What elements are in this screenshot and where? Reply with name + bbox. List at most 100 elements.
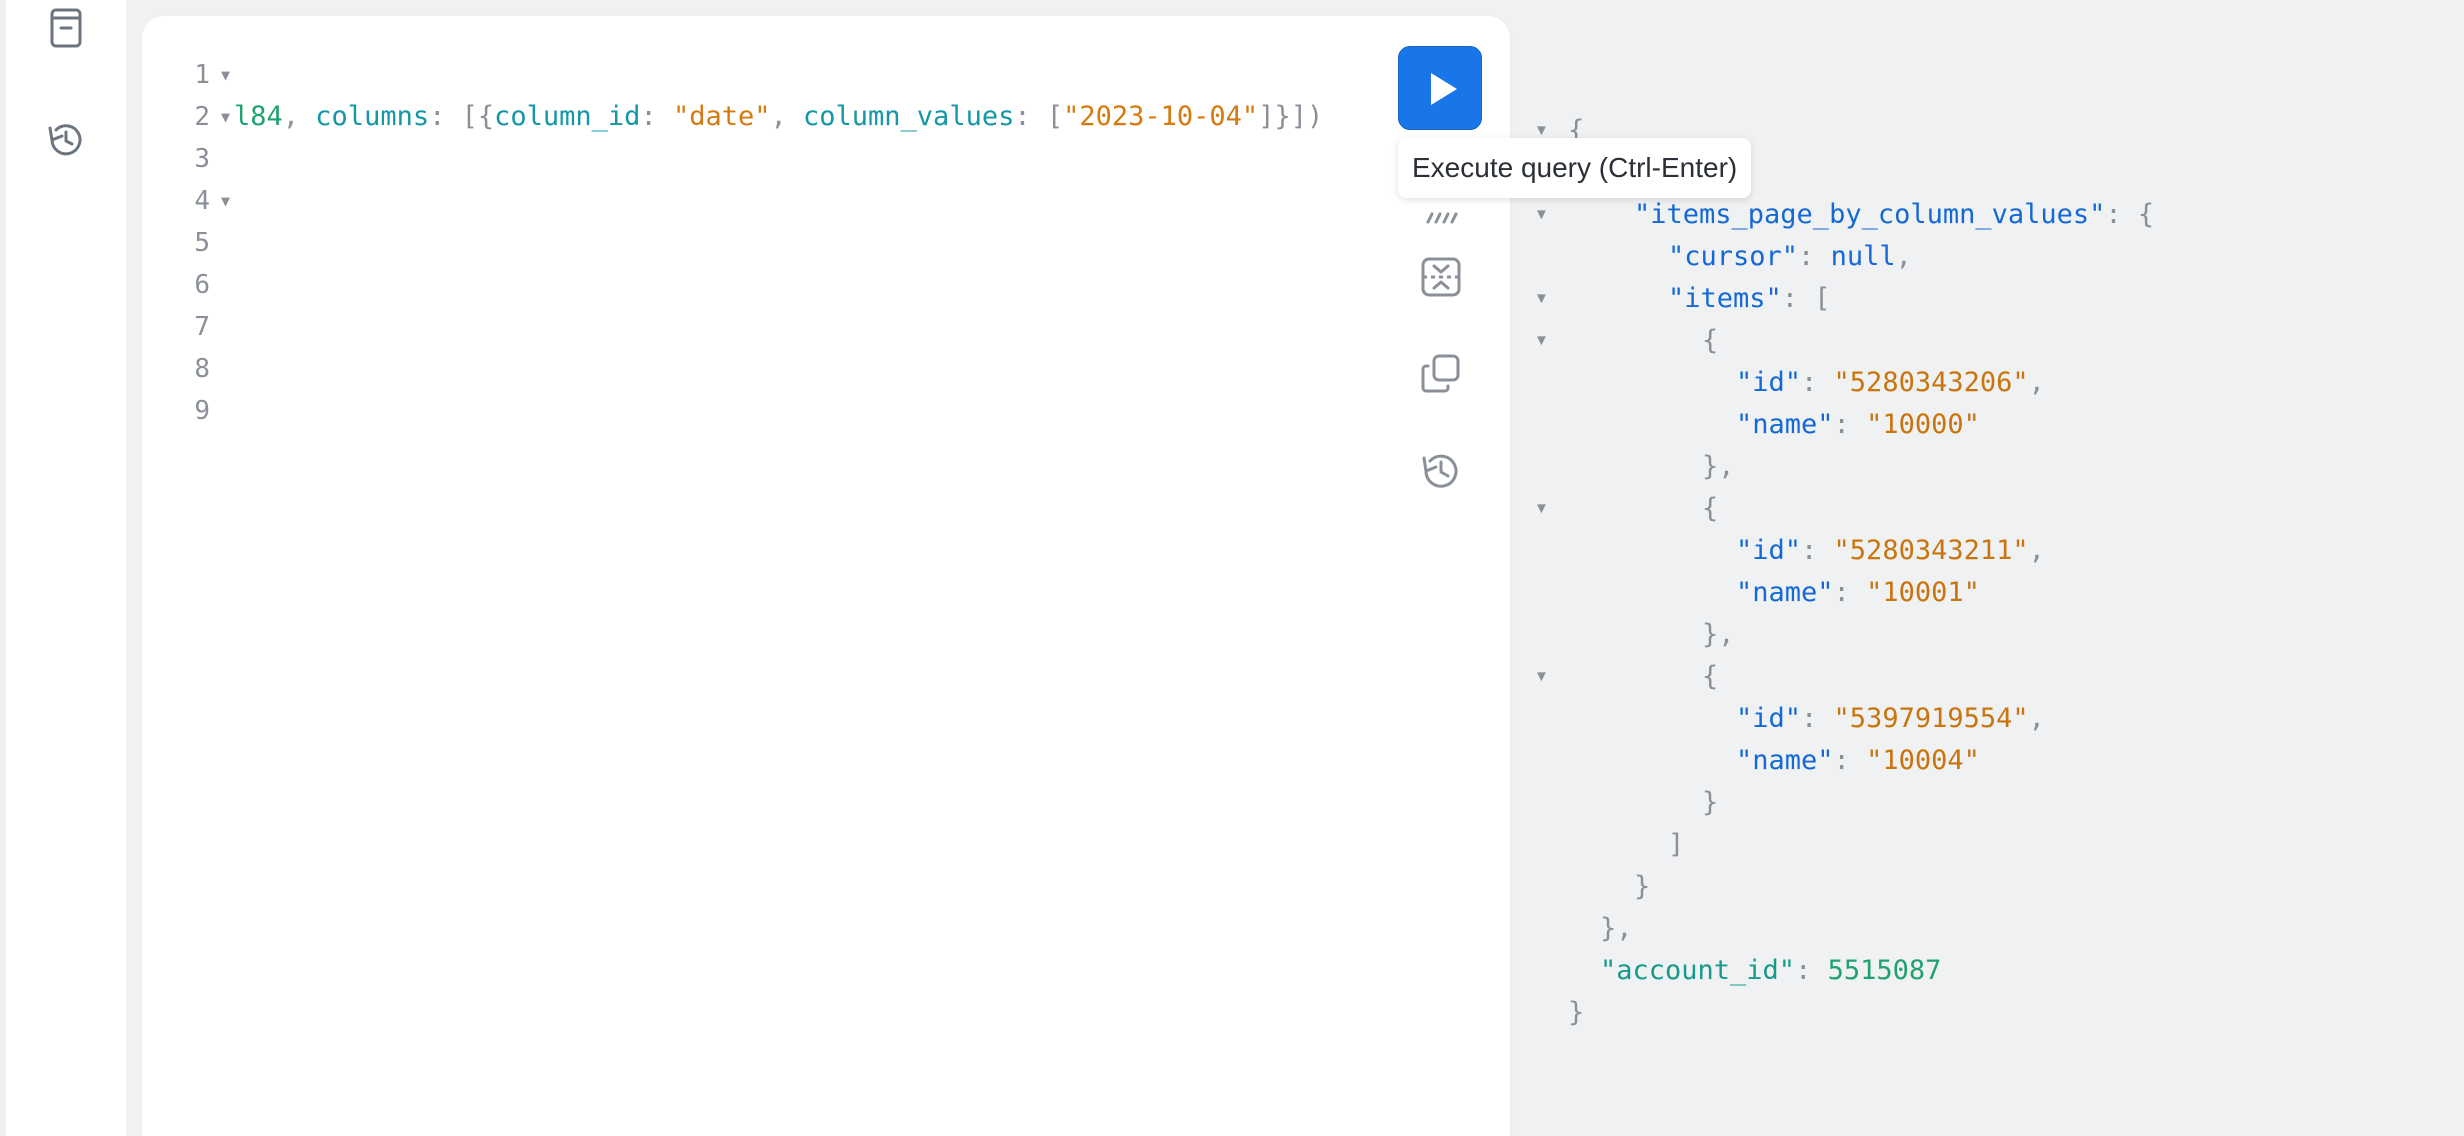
json-token: : [ bbox=[1781, 283, 1831, 314]
line-number-text: 2 bbox=[194, 102, 210, 132]
json-key: "items_page_by_column_values" bbox=[1634, 199, 2106, 230]
json-key: "name" bbox=[1736, 745, 1834, 776]
line-number: 6 bbox=[142, 264, 234, 306]
json-token: } bbox=[1568, 997, 1585, 1028]
code-line-6[interactable] bbox=[234, 264, 1414, 306]
json-line: "name": "10001" bbox=[1736, 572, 1980, 614]
fold-arrow-icon[interactable]: ▼ bbox=[221, 96, 230, 138]
code-line-2[interactable]: l84, columns: [{column_id: "date", colum… bbox=[234, 96, 1414, 138]
json-value: null bbox=[1830, 241, 1896, 272]
json-line: ] bbox=[1668, 824, 1684, 866]
json-line: "name": "10000" bbox=[1736, 404, 1980, 446]
line-number: 9 bbox=[142, 390, 234, 432]
json-line: "cursor": null, bbox=[1668, 236, 1912, 278]
code-token: columns bbox=[315, 101, 430, 132]
json-token: : bbox=[1795, 955, 1828, 986]
code-line-7[interactable] bbox=[234, 306, 1414, 348]
fold-arrow-icon[interactable]: ▼ bbox=[1534, 320, 1549, 362]
line-number-text: 9 bbox=[194, 396, 210, 426]
code-line-4[interactable] bbox=[234, 180, 1414, 222]
copy-icon[interactable] bbox=[1418, 350, 1464, 396]
line-number-text: 8 bbox=[194, 354, 210, 384]
line-number-text: 3 bbox=[194, 144, 210, 174]
query-editor[interactable]: 1 ▼ 2 ▼ 3 4 ▼ 5 6 7 8 9 l84, columns: [{col… bbox=[142, 16, 1510, 1136]
json-value: "5280343211" bbox=[1833, 535, 2029, 566]
json-line: }, bbox=[1600, 908, 1633, 950]
line-number-text: 5 bbox=[194, 228, 210, 258]
json-token: : bbox=[1798, 241, 1831, 272]
json-line: } bbox=[1568, 992, 1584, 1034]
json-line: "name": "10004" bbox=[1736, 740, 1980, 782]
json-token: : bbox=[1801, 367, 1834, 398]
json-token: : bbox=[1833, 577, 1867, 608]
left-rail bbox=[0, 0, 126, 1136]
json-key: "account_id" bbox=[1600, 955, 1796, 986]
history-icon[interactable] bbox=[44, 118, 88, 162]
fold-arrow-icon[interactable]: ▼ bbox=[221, 54, 230, 96]
json-token: : { bbox=[2105, 199, 2155, 230]
json-line: }, bbox=[1702, 446, 1735, 488]
code-token: : bbox=[640, 101, 673, 132]
json-line: } bbox=[1702, 782, 1718, 824]
rail-edge bbox=[0, 0, 6, 1136]
json-line: "id": "5280343211", bbox=[1736, 530, 2045, 572]
json-token: : bbox=[1801, 535, 1834, 566]
fold-arrow-icon[interactable]: ▼ bbox=[221, 180, 230, 222]
json-token: { bbox=[1702, 493, 1719, 524]
json-token: : bbox=[1833, 745, 1867, 776]
json-key: "name" bbox=[1736, 577, 1834, 608]
code-line-5[interactable] bbox=[234, 222, 1414, 264]
json-key: "id" bbox=[1736, 535, 1802, 566]
json-token: { bbox=[1702, 325, 1719, 356]
json-token: }, bbox=[1600, 913, 1633, 944]
code-line-1[interactable] bbox=[234, 54, 1414, 96]
json-line: "id": "5280343206", bbox=[1736, 362, 2045, 404]
execute-query-button[interactable] bbox=[1398, 46, 1482, 130]
json-key: "cursor" bbox=[1668, 241, 1799, 272]
code-token: , bbox=[282, 101, 316, 132]
json-token: { bbox=[1702, 661, 1719, 692]
line-number: 4 ▼ bbox=[142, 180, 234, 222]
json-key: "id" bbox=[1736, 703, 1802, 734]
json-line: "id": "5397919554", bbox=[1736, 698, 2045, 740]
line-number-text: 7 bbox=[194, 312, 210, 342]
code-token: column_id bbox=[494, 101, 641, 132]
fold-arrow-icon[interactable]: ▼ bbox=[1534, 278, 1549, 320]
code-token: "date" bbox=[672, 101, 771, 132]
history-icon[interactable] bbox=[1418, 448, 1464, 494]
line-number: 7 bbox=[142, 306, 234, 348]
json-token: , bbox=[2028, 703, 2045, 734]
json-line: "account_id": 5515087 bbox=[1600, 950, 1941, 992]
json-token: ] bbox=[1668, 829, 1685, 860]
docs-icon[interactable] bbox=[44, 6, 88, 50]
json-key: "name" bbox=[1736, 409, 1834, 440]
json-token: , bbox=[2028, 367, 2045, 398]
code-token: column_values bbox=[803, 101, 1015, 132]
code-line-8[interactable] bbox=[234, 348, 1414, 390]
json-token: }, bbox=[1702, 451, 1735, 482]
json-token: }, bbox=[1702, 619, 1735, 650]
json-line: { bbox=[1702, 488, 1718, 530]
fold-arrow-icon[interactable]: ▼ bbox=[1534, 656, 1549, 698]
code-token: , bbox=[770, 101, 804, 132]
code-area[interactable]: l84, columns: [{column_id: "date", colum… bbox=[234, 54, 1414, 454]
json-value: "5397919554" bbox=[1833, 703, 2029, 734]
json-token: , bbox=[2028, 535, 2045, 566]
merge-fragments-icon[interactable] bbox=[1418, 254, 1464, 300]
line-number: 2 ▼ bbox=[142, 96, 234, 138]
fold-arrow-icon[interactable]: ▼ bbox=[1534, 488, 1549, 530]
json-line: "items_page_by_column_values": { bbox=[1634, 194, 2154, 236]
code-token: "2023-10-04" bbox=[1063, 101, 1259, 132]
line-number-text: 6 bbox=[194, 270, 210, 300]
line-number-gutter: 1 ▼ 2 ▼ 3 4 ▼ 5 6 7 8 9 bbox=[142, 54, 234, 432]
code-line-3[interactable] bbox=[234, 138, 1414, 180]
code-line-9[interactable] bbox=[234, 390, 1414, 432]
execute-query-tooltip: Execute query (Ctrl-Enter) bbox=[1398, 138, 1752, 198]
json-line: { bbox=[1702, 656, 1718, 698]
fold-arrow-icon[interactable]: ▼ bbox=[1534, 194, 1549, 236]
line-number: 8 bbox=[142, 348, 234, 390]
json-token: } bbox=[1634, 871, 1651, 902]
json-value: "10001" bbox=[1866, 577, 1980, 608]
json-token: : bbox=[1801, 703, 1834, 734]
json-line: }, bbox=[1702, 614, 1735, 656]
